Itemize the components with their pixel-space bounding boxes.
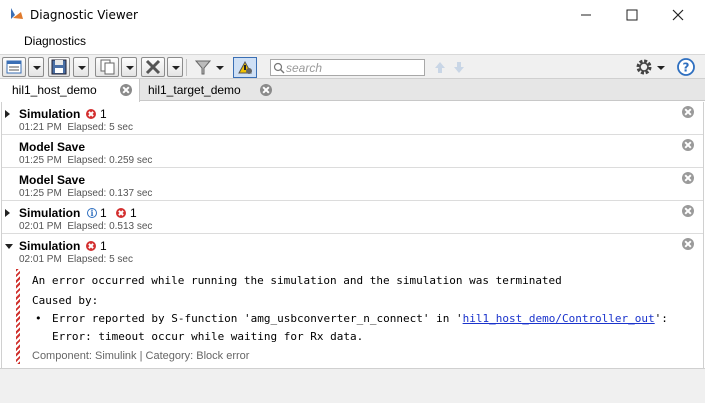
expand-arrow-icon[interactable] xyxy=(5,209,10,217)
search-icon xyxy=(273,62,285,74)
row-meta: 01:25 PM Elapsed: 0.137 sec xyxy=(19,188,153,199)
row-title: Model Save xyxy=(19,140,86,154)
close-row-icon[interactable] xyxy=(682,106,694,118)
maximize-icon xyxy=(626,9,638,21)
clear-icon xyxy=(145,59,161,75)
close-row-icon[interactable] xyxy=(682,172,694,184)
error-message: An error occurred while running the simu… xyxy=(32,274,562,287)
filter-button[interactable] xyxy=(193,58,213,77)
tab-hil1-host-demo[interactable]: hil1_host_demo xyxy=(0,79,140,102)
chevron-down-icon xyxy=(216,66,224,70)
caused-by-label: Caused by: xyxy=(32,294,99,307)
cause-line: Error reported by S-function 'amg_usbcon… xyxy=(52,312,668,325)
clear-button[interactable] xyxy=(141,57,165,77)
window-title: Diagnostic Viewer xyxy=(30,8,138,22)
list-item[interactable]: Model Save 01:25 PM Elapsed: 0.259 sec xyxy=(2,135,703,168)
toolbar-divider xyxy=(186,59,187,76)
matlab-app-icon xyxy=(11,8,23,19)
status-area xyxy=(0,368,705,403)
close-row-icon[interactable] xyxy=(682,139,694,151)
help-button[interactable]: ? xyxy=(676,57,696,77)
collapse-arrow-icon[interactable] xyxy=(5,244,13,249)
row-meta: 02:01 PM Elapsed: 0.513 sec xyxy=(19,221,153,232)
tab-label: hil1_host_demo xyxy=(12,83,97,97)
report-view-dropdown[interactable] xyxy=(28,57,44,77)
row-meta: 01:21 PM Elapsed: 5 sec xyxy=(19,122,133,133)
list-item[interactable]: Model Save 01:25 PM Elapsed: 0.137 sec xyxy=(2,168,703,201)
report-view-icon xyxy=(6,60,22,74)
ribbon-tab-diagnostics[interactable]: Diagnostics xyxy=(11,30,99,54)
bullet-icon: • xyxy=(35,312,42,325)
row-title: Simulation xyxy=(19,239,81,253)
list-item[interactable]: Simulation 1 01:21 PM Elapsed: 5 sec xyxy=(2,102,703,135)
search-field[interactable] xyxy=(270,59,425,76)
ribbon-strip xyxy=(0,30,705,54)
error-icon xyxy=(116,208,126,218)
save-dropdown[interactable] xyxy=(73,57,89,77)
maximize-button[interactable] xyxy=(609,0,655,30)
copy-icon xyxy=(100,59,115,75)
gear-icon xyxy=(636,59,652,75)
search-input[interactable] xyxy=(286,60,422,75)
tab-label: hil1_target_demo xyxy=(148,83,241,97)
close-row-icon[interactable] xyxy=(682,238,694,250)
warning-group-icon xyxy=(238,60,252,74)
component-category-line: Component: Simulink | Category: Block er… xyxy=(32,350,250,362)
error-icon xyxy=(86,241,96,251)
group-by-severity-toggle[interactable] xyxy=(233,57,257,78)
row-meta: 02:01 PM Elapsed: 5 sec xyxy=(19,254,133,265)
cause-detail: Error: timeout occur while waiting for R… xyxy=(52,330,364,343)
close-window-button[interactable] xyxy=(655,0,701,30)
filter-dropdown[interactable] xyxy=(213,57,227,77)
settings-button[interactable] xyxy=(634,57,654,77)
arrow-up-icon xyxy=(435,62,445,73)
copy-dropdown[interactable] xyxy=(121,57,137,77)
info-icon: i xyxy=(87,208,97,218)
tab-hil1-target-demo[interactable]: hil1_target_demo xyxy=(141,79,281,101)
row-title: Simulation xyxy=(19,206,81,220)
document-tab-bar: hil1_host_demo hil1_target_demo xyxy=(0,79,705,102)
error-icon xyxy=(86,109,96,119)
previous-button[interactable] xyxy=(433,59,447,76)
close-tab-icon[interactable] xyxy=(260,84,272,96)
save-button[interactable] xyxy=(48,57,70,77)
list-item-expanded[interactable]: Simulation 1 02:01 PM Elapsed: 5 sec xyxy=(2,234,703,368)
next-button[interactable] xyxy=(452,59,466,76)
row-title: Model Save xyxy=(19,173,86,187)
error-count: 1 xyxy=(130,206,137,220)
list-item[interactable]: Simulation i 1 1 02:01 PM Elapsed: 0.513… xyxy=(2,201,703,234)
close-row-icon[interactable] xyxy=(682,205,694,217)
arrow-down-icon xyxy=(454,62,464,73)
row-meta: 01:25 PM Elapsed: 0.259 sec xyxy=(19,155,153,166)
minimize-button[interactable] xyxy=(563,0,609,30)
row-title: Simulation xyxy=(19,107,81,121)
report-view-button[interactable] xyxy=(2,57,26,77)
diagnostics-list: Simulation 1 01:21 PM Elapsed: 5 sec Mod… xyxy=(1,102,704,368)
block-path-link[interactable]: hil1_host_demo/Controller_out xyxy=(463,312,655,325)
error-count: 1 xyxy=(100,107,107,121)
error-count: 1 xyxy=(100,239,107,253)
svg-text:?: ? xyxy=(683,61,690,75)
clear-dropdown[interactable] xyxy=(167,57,183,77)
minimize-icon xyxy=(581,14,591,16)
help-icon: ? xyxy=(677,58,695,76)
title-bar: Diagnostic Viewer xyxy=(0,0,705,30)
chevron-down-icon xyxy=(657,66,665,70)
expand-arrow-icon[interactable] xyxy=(5,110,10,118)
save-icon xyxy=(51,59,67,75)
info-count: 1 xyxy=(100,206,107,220)
toolbar: ? xyxy=(0,54,705,79)
error-severity-bar xyxy=(16,269,20,364)
settings-dropdown[interactable] xyxy=(655,57,667,77)
close-icon xyxy=(672,9,684,21)
filter-icon xyxy=(194,60,212,75)
close-tab-icon[interactable] xyxy=(120,84,132,96)
copy-button[interactable] xyxy=(95,57,119,77)
